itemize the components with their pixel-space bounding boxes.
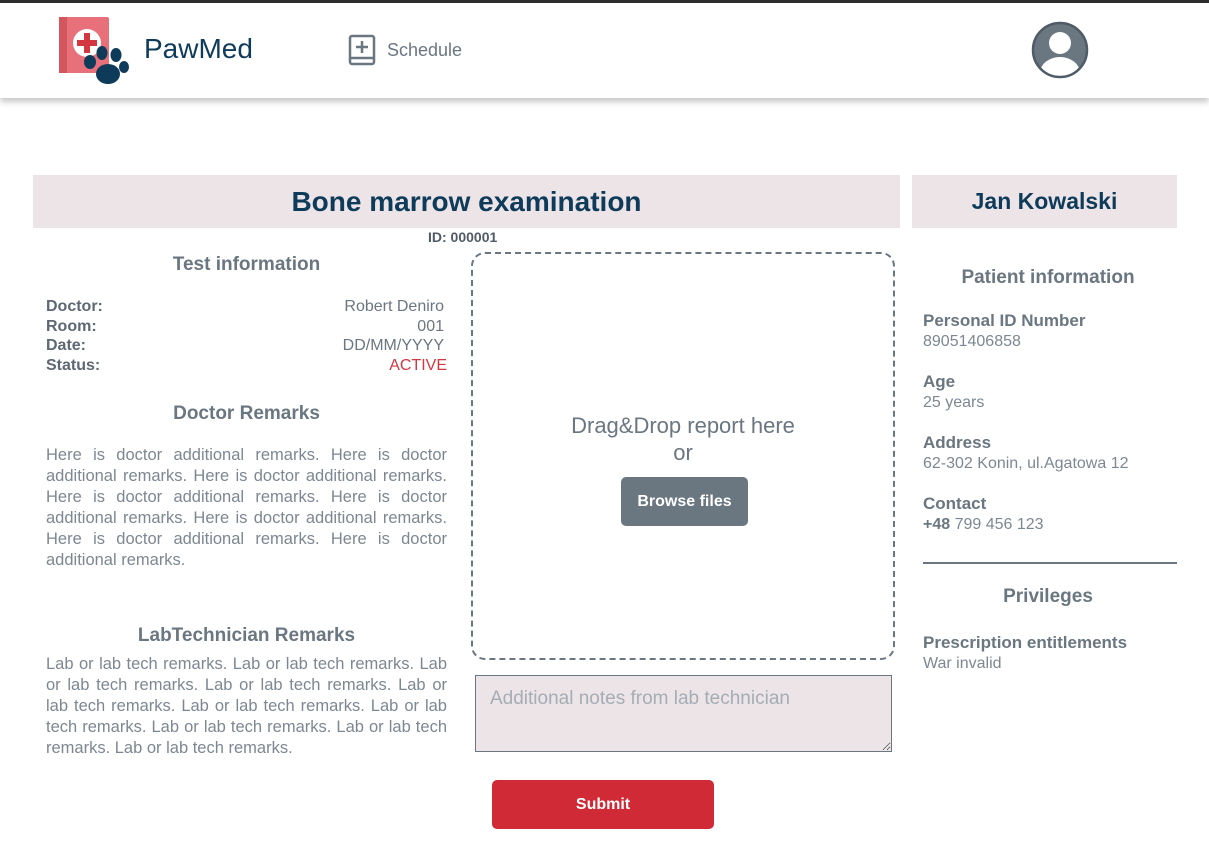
patient-field-age: Age 25 years xyxy=(923,372,1173,413)
info-row-doctor: Doctor: Robert Deniro xyxy=(46,298,447,318)
patient-name: Jan Kowalski xyxy=(971,188,1118,214)
brand-name[interactable]: PawMed xyxy=(144,33,253,65)
submit-button[interactable]: Submit xyxy=(492,780,714,829)
info-row-status: Status: ACTIVE xyxy=(46,357,447,377)
medical-kit-paw-logo-icon[interactable] xyxy=(58,16,130,88)
dropzone-instructions: Drag&Drop report here or xyxy=(473,412,893,466)
nav-schedule[interactable]: Schedule xyxy=(347,34,462,66)
patient-name-bar: Jan Kowalski xyxy=(912,175,1177,228)
report-dropzone[interactable]: Drag&Drop report here or Browse files xyxy=(471,252,895,660)
navbar: PawMed Schedule xyxy=(0,3,1209,98)
info-label: Room: xyxy=(46,318,97,335)
user-avatar-icon[interactable] xyxy=(1031,21,1089,79)
lab-notes-textarea[interactable] xyxy=(475,675,892,752)
dropzone-line-2: or xyxy=(673,440,693,465)
book-plus-icon xyxy=(348,34,376,66)
info-row-date: Date: DD/MM/YYYY xyxy=(46,337,447,357)
field-value: 25 years xyxy=(923,394,985,411)
patient-field-personal-id: Personal ID Number 89051406858 xyxy=(923,311,1173,352)
field-label: Age xyxy=(923,372,956,391)
doctor-remarks-title: Doctor Remarks xyxy=(173,403,320,424)
phone-number: 799 456 123 xyxy=(954,516,1044,533)
patient-divider xyxy=(923,562,1177,564)
field-value: 62-302 Konin, ul.Agatowa 12 xyxy=(923,455,1129,472)
info-value-doctor: Robert Deniro xyxy=(344,298,444,315)
info-label: Date: xyxy=(46,337,87,354)
field-label: Address xyxy=(923,433,992,452)
field-value: +48 799 456 123 xyxy=(923,514,1173,535)
browse-files-button[interactable]: Browse files xyxy=(621,477,748,526)
exam-title-bar: Bone marrow examination xyxy=(33,175,900,228)
field-value: 89051406858 xyxy=(923,333,1021,350)
patient-field-contact: Contact +48 799 456 123 xyxy=(923,494,1173,535)
lab-remarks-title: LabTechnician Remarks xyxy=(137,625,356,646)
info-label: Status: xyxy=(46,357,101,374)
privileges-title: Privileges xyxy=(1003,586,1093,607)
lab-remarks-text: Lab or lab tech remarks. Lab or lab tech… xyxy=(46,655,447,757)
patient-field-privileges: Prescription entitlements War invalid xyxy=(923,633,1173,674)
exam-title: Bone marrow examination xyxy=(291,185,642,217)
field-label: Personal ID Number xyxy=(923,311,1086,330)
test-id: ID: 000001 xyxy=(428,229,498,245)
phone-prefix: +48 xyxy=(923,516,951,533)
test-information-title: Test information xyxy=(172,254,321,275)
doctor-remarks-text: Here is doctor additional remarks. Here … xyxy=(46,446,447,569)
patient-field-address: Address 62-302 Konin, ul.Agatowa 12 xyxy=(923,433,1173,474)
field-label: Contact xyxy=(923,494,987,513)
info-value-date: DD/MM/YYYY xyxy=(342,337,444,354)
status-badge: ACTIVE xyxy=(389,357,447,374)
nav-schedule-label: Schedule xyxy=(387,39,463,60)
field-label: Prescription entitlements xyxy=(923,633,1128,652)
field-value: War invalid xyxy=(923,655,1002,672)
info-row-room: Room: 001 xyxy=(46,318,447,338)
patient-information-title: Patient information xyxy=(961,267,1135,288)
info-label: Doctor: xyxy=(46,298,103,315)
dropzone-line-1: Drag&Drop report here xyxy=(571,413,795,438)
info-value-room: 001 xyxy=(417,318,444,335)
